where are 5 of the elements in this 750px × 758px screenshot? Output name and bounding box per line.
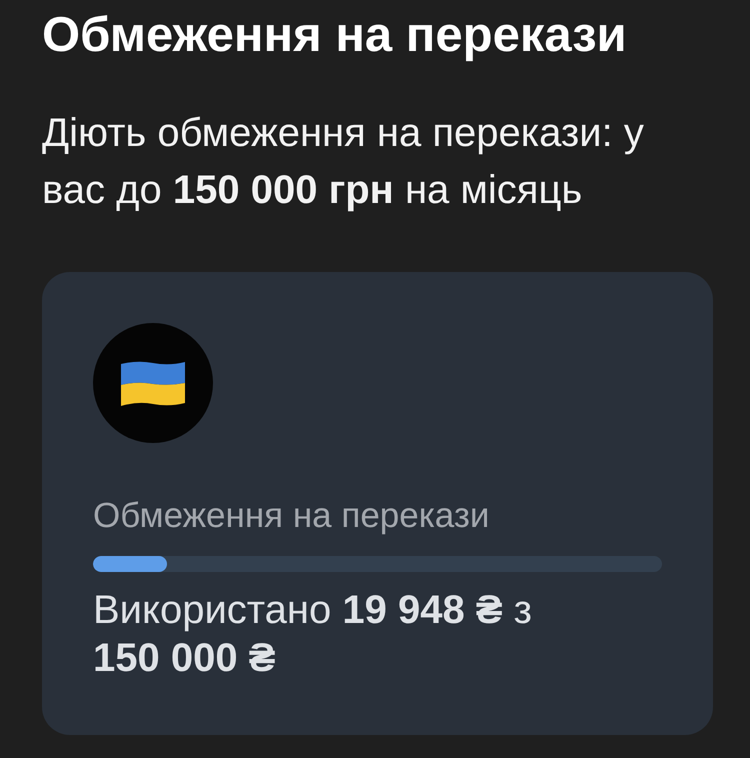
limit-description: Діють обмеження на перекази: у вас до 150 000 грн на місяць (42, 110, 645, 214)
usage-text: Використано 19 948 ₴ з 150 000 ₴ (93, 587, 533, 682)
page-title: Обмеження на перекази (42, 7, 627, 63)
flag-icon (93, 323, 213, 443)
limit-label: Обмеження на перекази (93, 495, 490, 537)
